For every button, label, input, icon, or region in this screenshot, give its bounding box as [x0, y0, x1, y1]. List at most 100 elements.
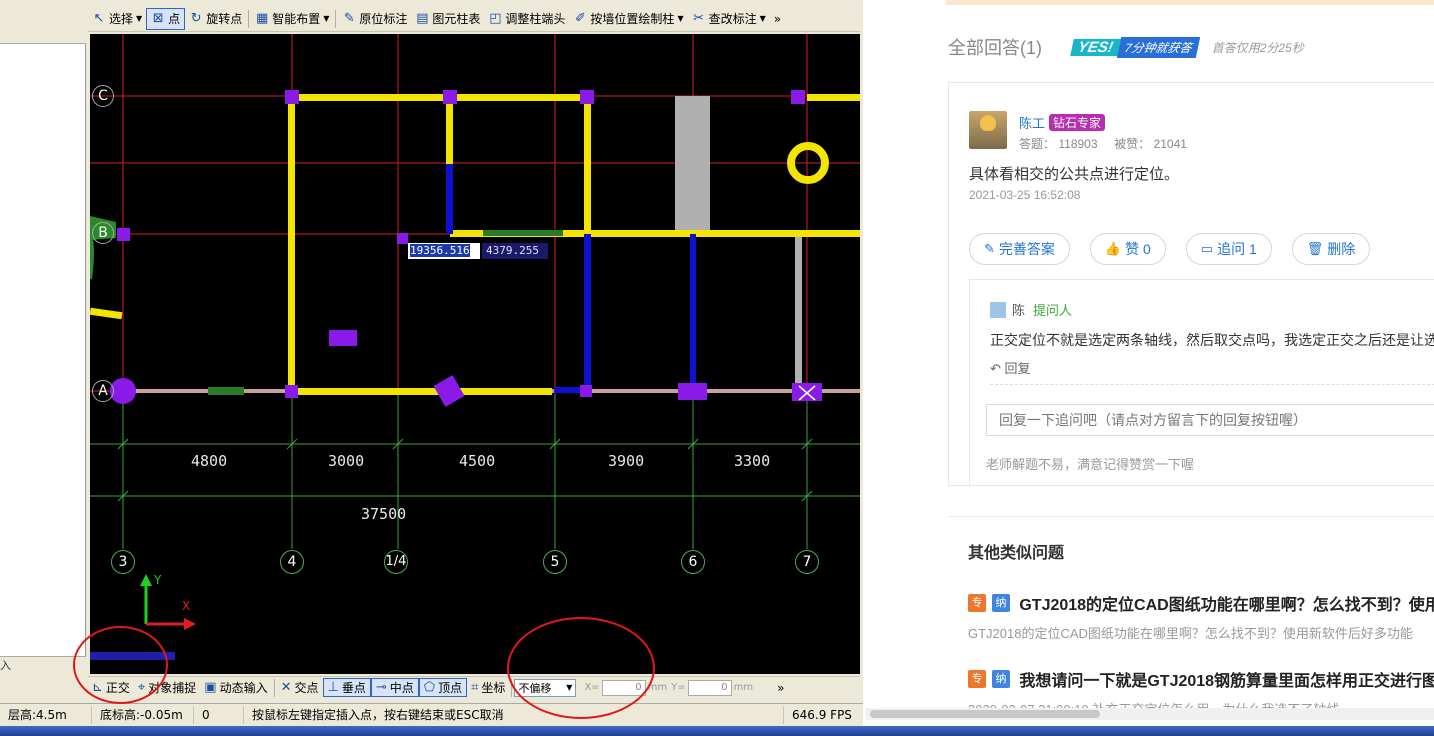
coordinate-x-input[interactable]: 19356.516 — [408, 243, 480, 259]
green-beam — [208, 387, 244, 395]
ortho-toggle[interactable]: ⊾ 正交 — [88, 678, 134, 697]
followup-author: 陈 提问人 — [990, 300, 1072, 319]
followup-button[interactable]: ▭ 追问 1 — [1185, 233, 1272, 265]
improve-answer-button[interactable]: ✎ 完善答案 — [969, 233, 1070, 265]
improve-answer-label: 完善答案 — [998, 241, 1055, 257]
yes-badge-text: YES! — [1070, 38, 1121, 56]
object-snap-toggle[interactable]: ⌖ 对象捕捉 — [134, 678, 200, 697]
adopted-tag: 纳 — [992, 670, 1010, 688]
column — [791, 90, 805, 104]
blue-wall-axis6 — [690, 234, 696, 391]
answers-count-label: 答题： — [1019, 137, 1056, 151]
axis-label-7: 7 — [795, 550, 819, 574]
column-selected — [792, 383, 822, 401]
delete-button[interactable]: 🗑 删除 — [1291, 233, 1371, 265]
rotate-point-button[interactable]: ↻ 旋转点 — [185, 8, 246, 30]
vertex-snap-toggle[interactable]: ⬠ 顶点 — [418, 678, 468, 697]
settings-separator — [273, 678, 275, 697]
similar-question-title[interactable]: GTJ2018的定位CAD图纸功能在哪里啊？怎么找不到？使用 — [1019, 597, 1434, 614]
perpendicular-icon: ⊥ — [327, 680, 339, 695]
like-button[interactable]: 👍 赞 0 — [1089, 233, 1166, 265]
adjust-column-end-button[interactable]: ◰ 调整柱端头 — [484, 8, 569, 30]
check-label-text: 查改标注 — [708, 12, 757, 26]
coordinate-icon: ⌗ — [471, 680, 479, 695]
asker-role: 提问人 — [1033, 303, 1073, 318]
similar-question-title[interactable]: 我想请问一下就是GTJ2018钢筋算量里面怎样用正交进行图 — [1019, 673, 1434, 690]
answers-count: 118903 — [1058, 137, 1098, 151]
gray-wall-block — [675, 96, 710, 233]
coordinate-x-value: 19356.516 — [410, 244, 470, 257]
origin-label-button[interactable]: ✎ 原位标注 — [338, 8, 411, 30]
perpendicular-snap-toggle[interactable]: ⊥ 垂点 — [322, 678, 371, 697]
offset-mode-select[interactable]: 不偏移 ▼ — [514, 678, 577, 697]
reply-label: 回复 — [1004, 361, 1031, 376]
expert-badge: 钻石专家 — [1049, 114, 1106, 131]
expert-name[interactable]: 陈工 — [1019, 113, 1045, 132]
ucs-y-arrow — [140, 574, 152, 586]
expert-avatar[interactable] — [969, 111, 1007, 149]
element-table-button[interactable]: ▤ 图元柱表 — [411, 8, 484, 30]
smart-layout-button[interactable]: ▦ 智能布置 ▼ — [251, 8, 333, 30]
midpoint-label: 中点 — [389, 681, 414, 695]
blue-walls — [446, 164, 696, 393]
wall-fragment — [90, 307, 123, 320]
trash-icon: 🗑 — [1306, 241, 1324, 256]
base-height-status: 底标高:-0.05m — [92, 705, 194, 724]
axis-label-6: 6 — [681, 550, 705, 574]
point-tool-button[interactable]: ⊠ 点 — [146, 7, 186, 30]
intersection-icon: ✕ — [280, 680, 292, 695]
reply-link[interactable]: ↶ 回复 — [990, 358, 1031, 377]
draw-by-wall-button[interactable]: ✐ 按墙位置绘制柱 ▼ — [569, 8, 687, 30]
column-rotated — [433, 375, 465, 407]
toolbar-more-button[interactable]: » — [770, 8, 785, 30]
magnet-icon: ⌖ — [137, 680, 146, 695]
status-value: 0 — [194, 705, 244, 724]
select-tool-button[interactable]: ↖ 选择 ▼ — [88, 8, 146, 30]
column — [678, 383, 707, 400]
object-snap-label: 对象捕捉 — [148, 681, 197, 695]
check-label-button[interactable]: ✂ 查改标注 ▼ — [688, 8, 770, 30]
pencil-icon: ✎ — [343, 10, 355, 26]
y-offset-unit: mm — [733, 682, 754, 693]
dimension-label: 3900 — [608, 452, 645, 470]
horizontal-scrollbar[interactable] — [866, 708, 1434, 720]
left-navigation-panel: 入 — [0, 0, 86, 676]
drawing-canvas[interactable]: C B A 19356.516 4379.255 4800 3000 4500 … — [90, 34, 860, 674]
intersection-snap-toggle[interactable]: ✕ 交点 — [277, 678, 323, 697]
answer-card: 陈工 钻石专家 答题： 118903 被赞： 21041 具体看相交的公共点进行… — [948, 82, 1434, 486]
settings-more-button[interactable]: » — [777, 681, 784, 695]
element-table-label: 图元柱表 — [432, 12, 481, 26]
divider — [990, 384, 1434, 385]
similar-questions: 其他类似问题 专 纳 GTJ2018的定位CAD图纸功能在哪里啊？怎么找不到？使… — [948, 516, 1434, 726]
screen: 入 ↖ 选择 ▼ ⊠ 点 ↻ 旋转点 ▦ 智能布置 ▼ ✎ 原位标注 ▤ 图元柱… — [0, 0, 1434, 736]
x-offset-input[interactable]: 0 — [601, 679, 646, 696]
reward-tip: 老师解题不易，满意记得赞赏一下喔 — [986, 457, 1195, 472]
similar-question-desc: GTJ2018的定位CAD图纸功能在哪里啊？怎么找不到？使用新软件后好多功能 — [968, 626, 1413, 641]
coordinate-y-input[interactable]: 4379.255 — [482, 243, 548, 259]
expert-tag: 专 — [968, 594, 986, 612]
expert-stats: 答题： 118903 被赞： 21041 — [1019, 135, 1187, 152]
coordinate-snap-toggle[interactable]: ⌗ 坐标 — [467, 678, 509, 697]
column — [285, 385, 298, 398]
similar-questions-title: 其他类似问题 — [968, 545, 1065, 562]
column — [117, 228, 130, 241]
similar-question-item[interactable]: 专 纳 GTJ2018的定位CAD图纸功能在哪里啊？怎么找不到？使用 GTJ20… — [968, 591, 1434, 642]
column — [580, 90, 594, 104]
point-icon: ⊠ — [152, 10, 164, 26]
rotate-point-label: 旋转点 — [206, 12, 243, 26]
draw-column-icon: ✐ — [574, 10, 586, 26]
left-panel-footer: 入 — [0, 656, 86, 676]
status-bar: 层高:4.5m 底标高:-0.05m 0 按鼠标左键指定插入点，按右键结束或ES… — [0, 703, 863, 725]
row-label-a: A — [92, 380, 114, 402]
dynamic-input-toggle[interactable]: ▣ 动态输入 — [200, 678, 271, 697]
scrollbar-thumb[interactable] — [870, 710, 1100, 718]
y-offset-input[interactable]: 0 — [687, 679, 732, 696]
ucs-x-label: X — [182, 599, 191, 613]
y-offset-label: Y= — [671, 682, 686, 693]
midpoint-snap-toggle[interactable]: ⊸ 中点 — [370, 678, 419, 697]
reply-input[interactable]: 回复一下追问吧（请点对方留言下的回复按钮喔） — [986, 404, 1434, 436]
qa-top-strip — [946, 0, 1434, 5]
question-tags: 专 纳 — [968, 670, 1016, 688]
x-offset-unit: mm — [647, 682, 668, 693]
intersection-label: 交点 — [294, 681, 319, 695]
